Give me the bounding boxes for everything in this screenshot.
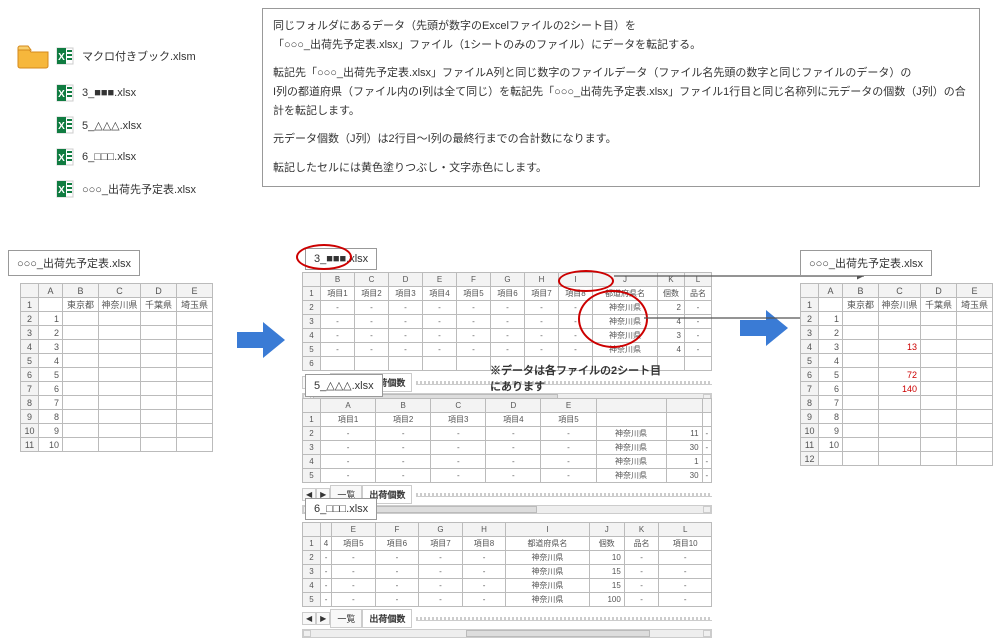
tab-list[interactable]: 一覧 <box>330 609 362 628</box>
file-label: マクロ付きブック.xlsm <box>82 48 196 64</box>
file-label: ○○○_出荷先予定表.xlsx <box>82 181 196 197</box>
sheet3-table: BCDEFGHIJKL 1項目1項目2項目3項目4項目5項目6項目7項目8都道府… <box>302 272 712 371</box>
note-text: ※データは各ファイルの2シート目 にあります <box>490 362 661 394</box>
tab-prev-icon[interactable]: ◀ <box>302 612 316 625</box>
sheet5-table: ABCDE 1項目1項目2項目3項目4項目5 2-----神奈川県11- 3--… <box>302 398 712 483</box>
description-box: 同じフォルダにあるデータ（先頭が数字のExcelファイルの2シート目）を 「○○… <box>262 8 980 187</box>
sheet6-table: EFGHIJKL 14項目5項目6項目7項目8都道府県名個数品名項目10 2--… <box>302 522 712 607</box>
desc-p1: 同じフォルダにあるデータ（先頭が数字のExcelファイルの2シート目）を 「○○… <box>273 17 969 54</box>
svg-text:X: X <box>58 89 65 100</box>
file-row-dest: X ○○○_出荷先予定表.xlsx <box>16 180 196 198</box>
excel-icon: X <box>56 148 74 166</box>
tab-qty[interactable]: 出荷個数 <box>362 609 412 628</box>
sheet5-caption: 5_△△△.xlsx <box>305 374 383 397</box>
excel-icon: X <box>56 180 74 198</box>
desc-p3: 元データ個数（J列）は2行目～I列の最終行までの合計数になります。 <box>273 130 969 149</box>
tab-next-icon[interactable]: ▶ <box>316 612 330 625</box>
folder-icon <box>16 42 50 70</box>
highlight-cell: 140 <box>879 382 921 396</box>
desc-p2: 転記先「○○○_出荷先予定表.xlsx」ファイルA列と同じ数字のファイルデータ（… <box>273 64 969 120</box>
file-row-6: X 6_□□□.xlsx <box>16 148 196 166</box>
file-row-5: X 5_△△△.xlsx <box>16 116 196 134</box>
h-scrollbar[interactable] <box>302 629 712 638</box>
file-label: 6_□□□.xlsx <box>82 151 136 163</box>
svg-text:X: X <box>58 121 65 132</box>
sheet6-tabs: ◀ ▶ 一覧 出荷個数 <box>302 609 712 628</box>
sheet3-caption: 3_■■■.xlsx <box>305 248 377 270</box>
dest-caption: ○○○_出荷先予定表.xlsx <box>800 250 932 276</box>
excel-macro-icon: X <box>56 47 74 65</box>
file-row-3: X 3_■■■.xlsx <box>16 84 196 102</box>
svg-text:X: X <box>58 52 65 63</box>
sheet6-caption: 6_□□□.xlsx <box>305 498 377 520</box>
excel-icon: X <box>56 116 74 134</box>
desc-p4: 転記したセルには黄色塗りつぶし・文字赤色にします。 <box>273 159 969 178</box>
file-label: 3_■■■.xlsx <box>82 87 136 99</box>
source-caption: ○○○_出荷先予定表.xlsx <box>8 250 140 276</box>
arrow-icon <box>235 320 287 360</box>
highlight-cell: 13 <box>879 340 921 354</box>
highlight-cell: 72 <box>879 368 921 382</box>
arrow-icon <box>738 308 790 348</box>
svg-text:X: X <box>58 185 65 196</box>
file-row-macro: X マクロ付きブック.xlsm <box>16 42 196 70</box>
svg-text:X: X <box>58 153 65 164</box>
file-label: 5_△△△.xlsx <box>82 119 142 132</box>
dest-sheet: ABCDE 1東京都神奈川県千葉県埼玉県 21 32 4313 54 6572 … <box>800 283 993 466</box>
file-list: X マクロ付きブック.xlsm X 3_■■■.xlsx X 5_△△△.xls… <box>16 42 196 212</box>
excel-icon: X <box>56 84 74 102</box>
source-sheet: ABCDE 1東京都神奈川県千葉県埼玉県 21 32 43 54 65 76 8… <box>20 283 213 452</box>
